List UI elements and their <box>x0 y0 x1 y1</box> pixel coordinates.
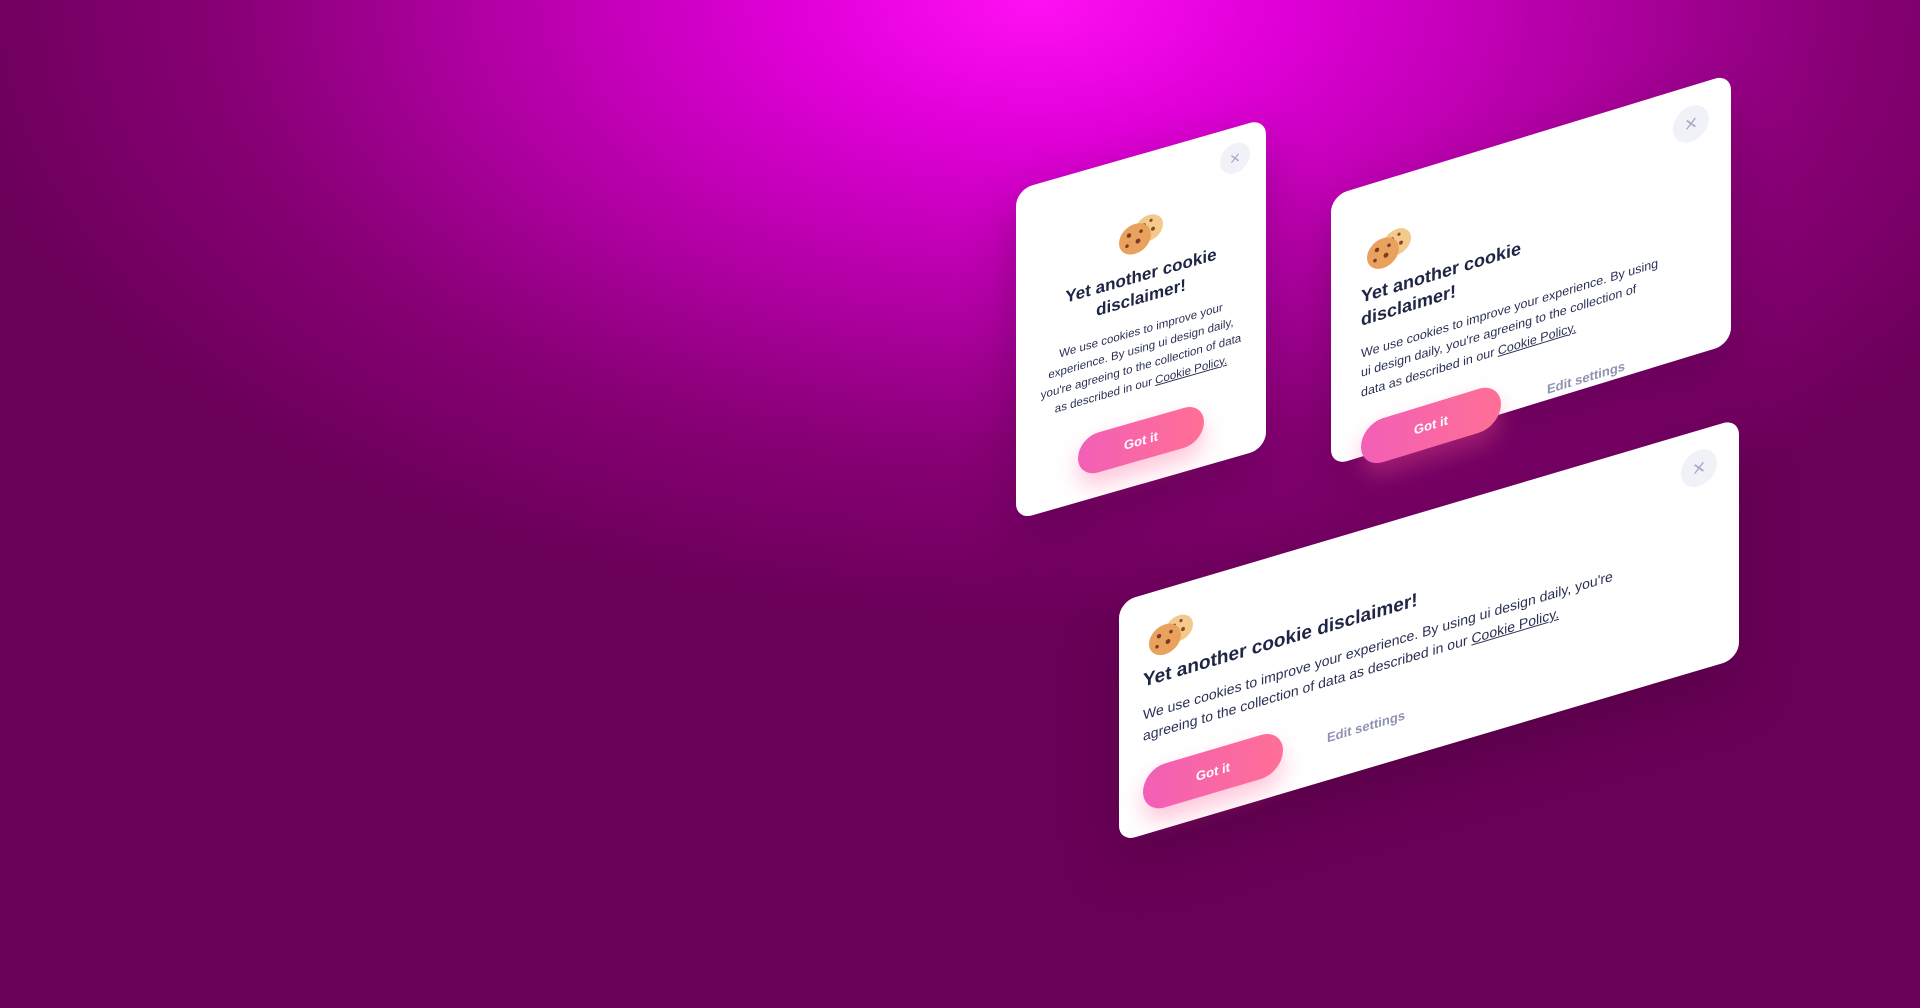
cookie-card-medium: × Yet another cookie disclaimer! We use … <box>1331 73 1731 469</box>
got-it-button[interactable]: Got it <box>1078 402 1204 479</box>
cookie-icon <box>1113 206 1169 267</box>
scene: × Yet another cookie disclaimer! We use … <box>0 0 1920 1008</box>
close-icon[interactable]: × <box>1681 444 1717 492</box>
cookie-card-wide: × Yet another cookie disclaimer! We use … <box>1119 418 1739 842</box>
edit-settings-link[interactable]: Edit settings <box>1327 707 1405 745</box>
close-icon[interactable]: × <box>1220 138 1250 178</box>
edit-settings-link[interactable]: Edit settings <box>1547 359 1625 398</box>
close-icon[interactable]: × <box>1673 100 1709 148</box>
cookie-card-small: × Yet another cookie disclaimer! We use … <box>1016 118 1266 520</box>
